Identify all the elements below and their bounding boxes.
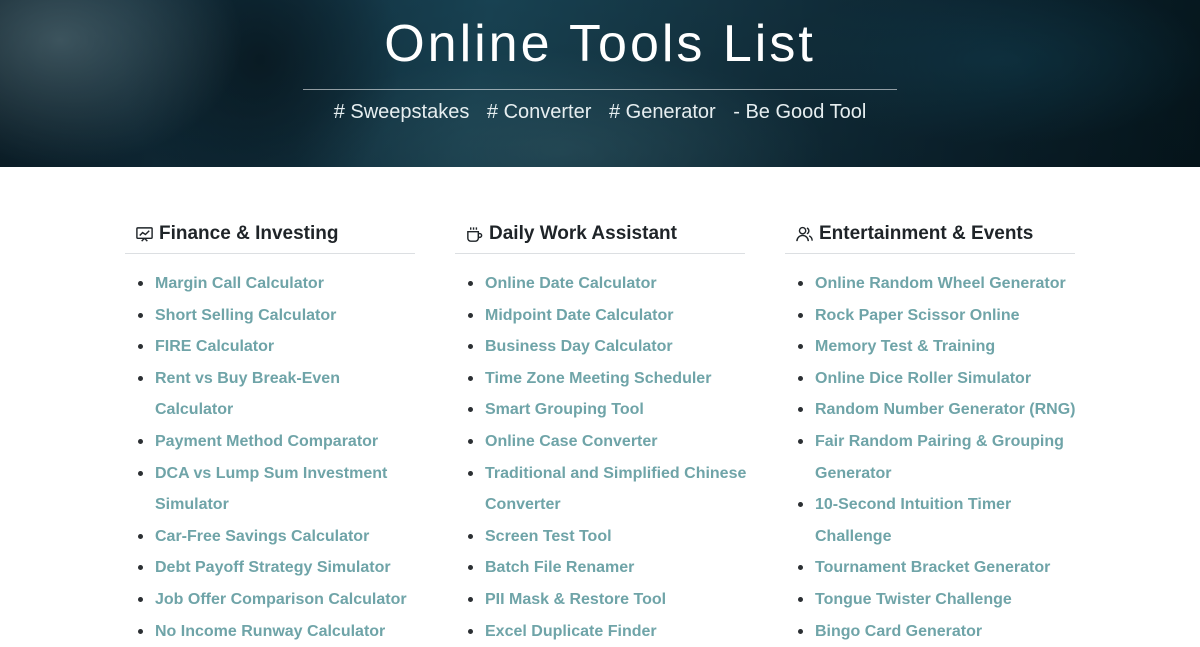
tool-link[interactable]: Short Selling Calculator — [125, 300, 419, 332]
tool-list: Online Date Calculator Midpoint Date Cal… — [455, 268, 746, 647]
column-entertainment-events: Entertainment & Events Online Random Whe… — [785, 220, 1075, 647]
tool-link[interactable]: Random Number Generator (RNG) — [785, 394, 1079, 426]
people-icon — [796, 226, 813, 241]
coffee-cup-icon — [467, 226, 483, 242]
presentation-chart-icon — [136, 226, 153, 242]
tool-list: Margin Call Calculator Short Selling Cal… — [125, 268, 415, 647]
tool-link[interactable]: Bingo Card Generator — [785, 616, 1079, 647]
tool-link[interactable]: Job Offer Comparison Calculator — [125, 584, 419, 616]
tool-link[interactable]: Margin Call Calculator — [125, 268, 419, 300]
tool-link[interactable]: Online Date Calculator — [455, 268, 749, 300]
tagline: - Be Good Tool — [733, 101, 867, 123]
tool-link[interactable]: Traditional and Simplified Chinese Conve… — [455, 458, 749, 521]
column-title: Daily Work Assistant — [489, 223, 677, 244]
tool-link[interactable]: Tongue Twister Challenge — [785, 584, 1079, 616]
title-divider — [303, 89, 897, 90]
tool-link[interactable]: Online Dice Roller Simulator — [785, 363, 1079, 395]
hero-banner: Online Tools List # Sweepstakes # Conver… — [0, 0, 1200, 167]
column-title: Entertainment & Events — [819, 223, 1034, 244]
tool-link[interactable]: Rock Paper Scissor Online — [785, 300, 1079, 332]
page-title: Online Tools List — [384, 15, 816, 73]
tool-link[interactable]: DCA vs Lump Sum Investment Simulator — [125, 458, 419, 521]
tool-link[interactable]: 10-Second Intuition Timer Challenge — [785, 489, 1079, 552]
hero-tag-line: # Sweepstakes # Converter # Generator - … — [0, 101, 1200, 124]
tool-link[interactable]: Payment Method Comparator — [125, 426, 419, 458]
column-heading: Finance & Investing — [125, 220, 415, 254]
tool-link[interactable]: Midpoint Date Calculator — [455, 300, 749, 332]
tool-link[interactable]: Business Day Calculator — [455, 331, 749, 363]
tool-link[interactable]: Time Zone Meeting Scheduler — [455, 363, 749, 395]
tool-link[interactable]: Excel Duplicate Finder — [455, 616, 749, 647]
tool-link[interactable]: Smart Grouping Tool — [455, 394, 749, 426]
tool-columns: Finance & Investing Margin Call Calculat… — [0, 167, 1200, 640]
tag-converter[interactable]: # Converter — [487, 101, 592, 123]
tool-link[interactable]: Debt Payoff Strategy Simulator — [125, 552, 419, 584]
tool-link[interactable]: Fair Random Pairing & Grouping Generator — [785, 426, 1079, 489]
tag-generator[interactable]: # Generator — [609, 101, 716, 123]
column-heading: Daily Work Assistant — [455, 220, 745, 254]
tool-link[interactable]: FIRE Calculator — [125, 331, 419, 363]
tool-link[interactable]: Screen Test Tool — [455, 521, 749, 553]
tool-list: Online Random Wheel Generator Rock Paper… — [785, 268, 1075, 647]
tool-link[interactable]: Tournament Bracket Generator — [785, 552, 1079, 584]
tag-sweepstakes[interactable]: # Sweepstakes — [334, 101, 470, 123]
tool-link[interactable]: Car-Free Savings Calculator — [125, 521, 419, 553]
tool-link[interactable]: Online Random Wheel Generator — [785, 268, 1079, 300]
column-title: Finance & Investing — [159, 223, 339, 244]
tool-link[interactable]: No Income Runway Calculator — [125, 616, 419, 647]
tool-link[interactable]: Memory Test & Training — [785, 331, 1079, 363]
column-daily-work-assistant: Daily Work Assistant Online Date Calcula… — [455, 220, 746, 647]
tool-link[interactable]: Online Case Converter — [455, 426, 749, 458]
column-heading: Entertainment & Events — [785, 220, 1075, 254]
tool-link[interactable]: PII Mask & Restore Tool — [455, 584, 749, 616]
tool-link[interactable]: Batch File Renamer — [455, 552, 749, 584]
column-finance-investing: Finance & Investing Margin Call Calculat… — [125, 220, 415, 647]
tool-link[interactable]: Rent vs Buy Break-Even Calculator — [125, 363, 419, 426]
